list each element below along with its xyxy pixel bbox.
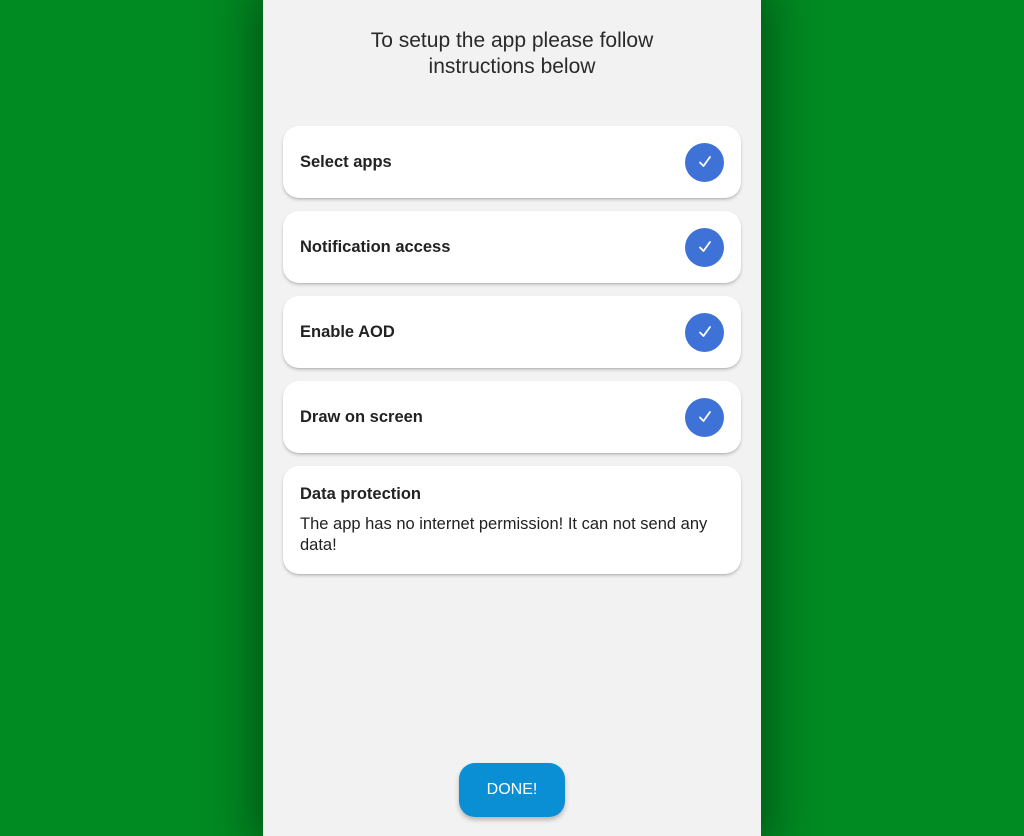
checkmark-icon	[685, 227, 724, 267]
done-button[interactable]: DONE!	[459, 763, 565, 817]
data-protection-card: Data protection The app has no internet …	[283, 466, 741, 574]
step-select-apps[interactable]: Select apps	[283, 126, 741, 198]
page-title-line-2: instructions below	[428, 55, 596, 78]
checkmark-icon	[685, 397, 724, 437]
step-notification-access[interactable]: Notification access	[283, 211, 741, 283]
checkmark-icon	[685, 142, 724, 182]
step-enable-aod[interactable]: Enable AOD	[283, 296, 741, 368]
step-label: Enable AOD	[300, 322, 395, 341]
checkmark-icon	[685, 312, 724, 352]
step-label: Notification access	[300, 237, 451, 256]
step-label: Select apps	[300, 152, 392, 171]
step-label: Draw on screen	[300, 407, 423, 426]
setup-screen: To setup the app please follow instructi…	[263, 0, 761, 836]
data-protection-title: Data protection	[300, 485, 422, 503]
page-title: To setup the app please follow instructi…	[263, 28, 761, 80]
page-title-line-1: To setup the app please follow	[370, 29, 654, 52]
step-draw-on-screen[interactable]: Draw on screen	[283, 381, 741, 453]
data-protection-text: The app has no internet permission! It c…	[300, 515, 708, 554]
